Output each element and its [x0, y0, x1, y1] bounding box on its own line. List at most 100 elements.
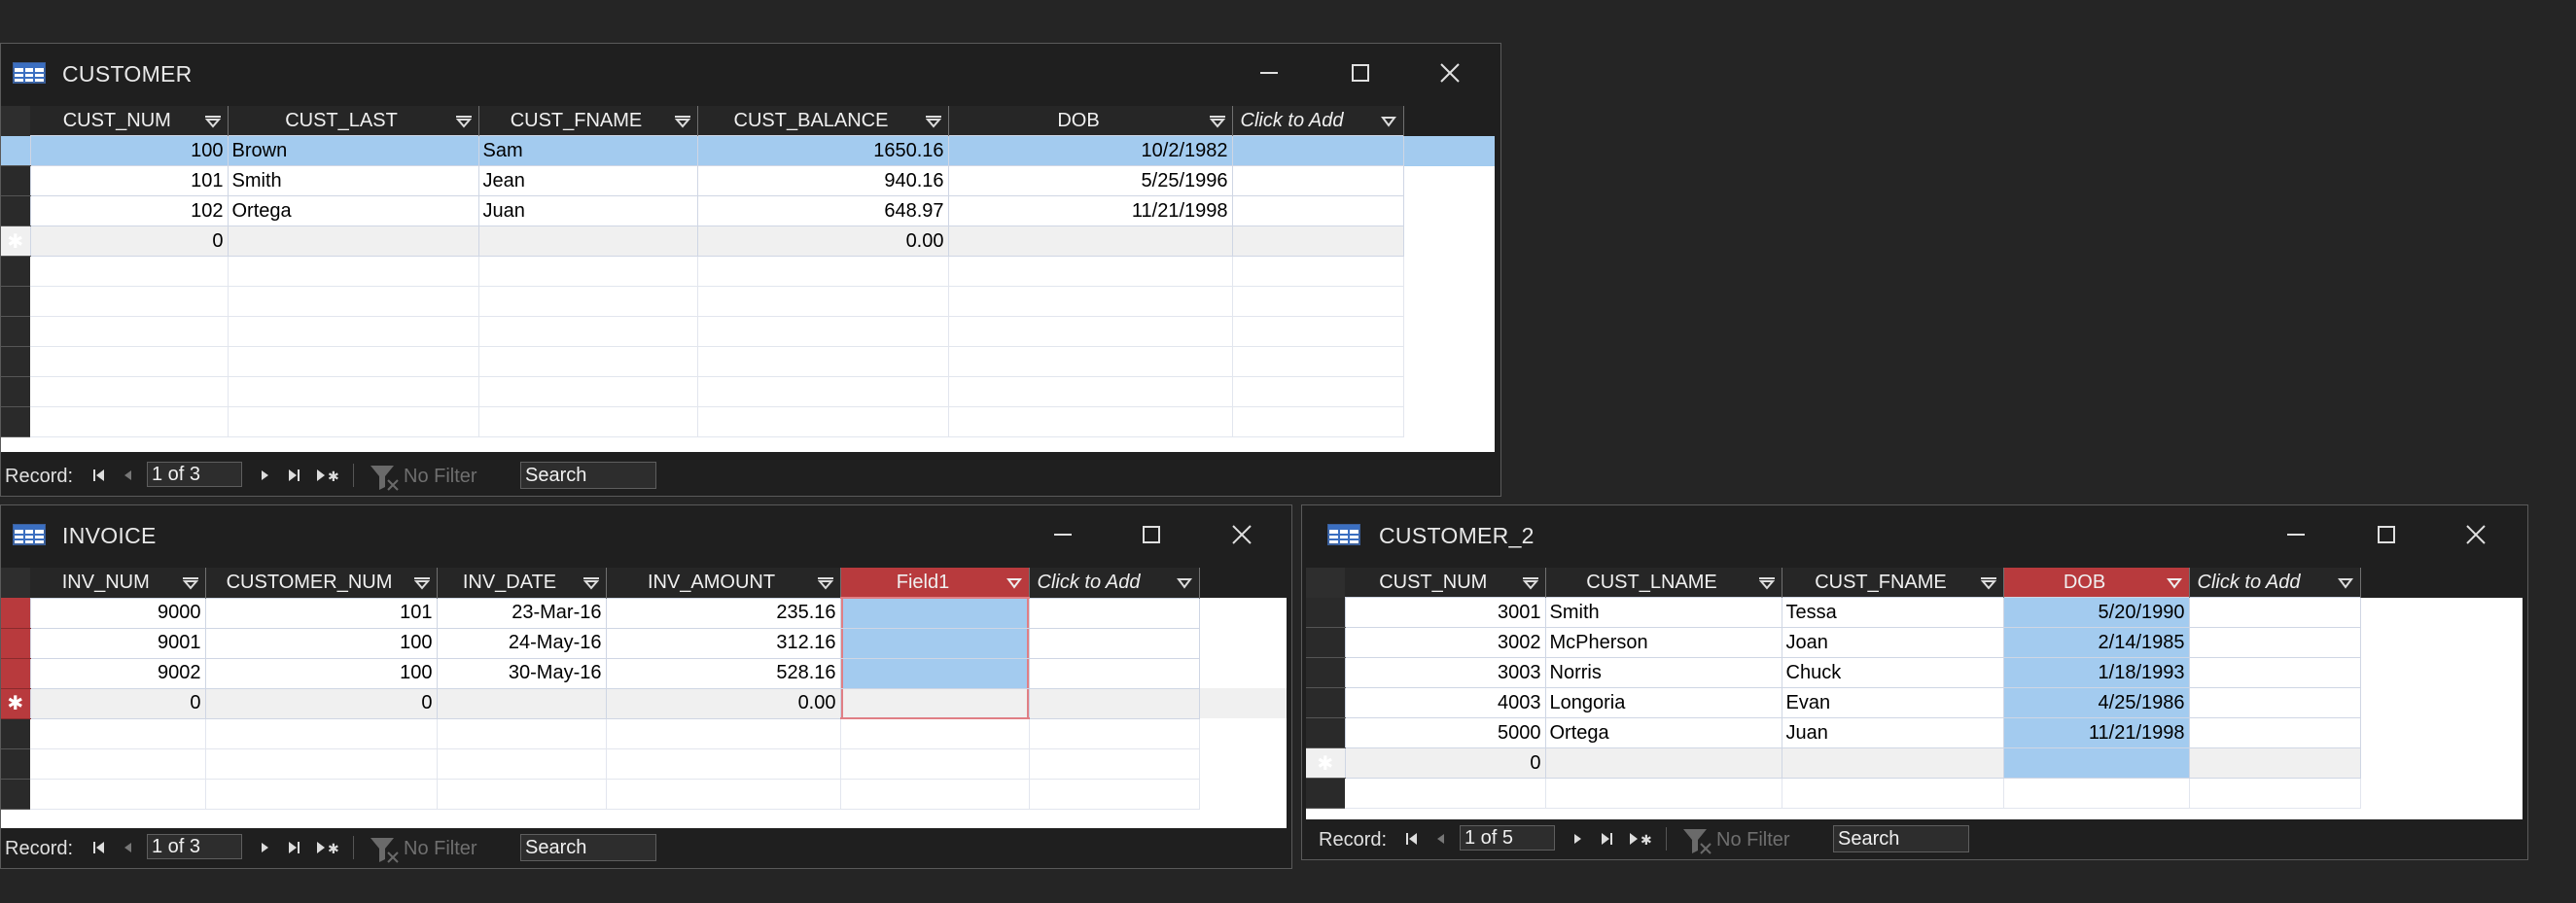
sort-dropdown-icon[interactable] — [455, 115, 473, 128]
cell[interactable]: 9000 — [29, 597, 206, 629]
column-header[interactable]: CUST_NUM — [1345, 568, 1546, 598]
sort-dropdown-icon[interactable] — [674, 115, 691, 128]
new-record-icon[interactable]: ✱ — [314, 839, 341, 856]
record-selector[interactable] — [1306, 627, 1345, 658]
sort-dropdown-icon[interactable] — [1758, 576, 1776, 590]
table-row[interactable]: 9000 101 23-Mar-16 235.16 — [1, 597, 1287, 629]
cell[interactable]: 9002 — [29, 657, 206, 689]
column-header[interactable]: CUST_NUM — [30, 106, 229, 136]
selected-cell[interactable] — [839, 627, 1030, 659]
cell[interactable]: Jean — [477, 165, 698, 196]
cell[interactable] — [2188, 687, 2361, 718]
cell[interactable] — [2188, 657, 2361, 688]
cell[interactable]: 11/21/1998 — [947, 195, 1233, 226]
cell[interactable] — [1544, 747, 1782, 779]
next-record-icon[interactable] — [1569, 830, 1586, 848]
cell[interactable]: 5/25/1996 — [947, 165, 1233, 196]
sort-dropdown-icon[interactable] — [582, 576, 600, 590]
table-row[interactable]: 101 Smith Jean 940.16 5/25/1996 — [1, 165, 1495, 196]
cell[interactable] — [1028, 627, 1200, 659]
record-selector[interactable] — [1306, 657, 1345, 688]
column-header[interactable]: DOB — [948, 106, 1233, 136]
customer2-titlebar[interactable]: CUSTOMER_2 — [1302, 505, 2527, 564]
maximize-button[interactable] — [2367, 517, 2406, 552]
cell[interactable]: Smith — [1544, 597, 1782, 628]
last-record-icon[interactable] — [285, 839, 302, 856]
cell[interactable] — [1231, 226, 1404, 257]
maximize-button[interactable] — [1132, 517, 1171, 552]
last-record-icon[interactable] — [1598, 830, 1615, 848]
sort-dropdown-icon[interactable] — [925, 115, 942, 128]
record-selector[interactable] — [1306, 597, 1345, 628]
column-header[interactable]: CUST_FNAME — [1782, 568, 2004, 598]
cell[interactable]: 235.16 — [605, 597, 841, 629]
cell[interactable]: Longoria — [1544, 687, 1782, 718]
maximize-button[interactable] — [1341, 55, 1380, 90]
cell[interactable]: 3003 — [1344, 657, 1546, 688]
column-header[interactable]: CUST_LAST — [228, 106, 479, 136]
current-record-field[interactable]: 1 of 3 — [147, 462, 242, 487]
click-to-add-header[interactable]: Click to Add — [1232, 106, 1404, 136]
table-row[interactable]: 3002 McPherson Joan 2/14/1985 — [1306, 627, 2523, 658]
cell[interactable]: Evan — [1781, 687, 2004, 718]
table-row[interactable]: 102 Ortega Juan 648.97 11/21/1998 — [1, 195, 1495, 226]
sort-dropdown-icon[interactable] — [817, 576, 834, 590]
cell[interactable]: 5000 — [1344, 717, 1546, 748]
column-header[interactable]: CUST_LNAME — [1545, 568, 1782, 598]
record-selector[interactable] — [1, 628, 30, 659]
cell[interactable]: 24-May-16 — [436, 627, 607, 659]
cell[interactable]: 528.16 — [605, 657, 841, 689]
record-selector[interactable] — [1, 165, 30, 196]
next-record-icon[interactable] — [256, 467, 273, 484]
cell[interactable]: 940.16 — [696, 165, 949, 196]
column-header[interactable]: CUST_BALANCE — [697, 106, 949, 136]
select-all-corner[interactable] — [1, 568, 30, 598]
selected-cell[interactable] — [839, 687, 1030, 719]
new-record-icon[interactable]: ✱ — [314, 467, 341, 484]
click-to-add-header[interactable]: Click to Add — [2189, 568, 2361, 598]
search-input[interactable]: Search — [1833, 825, 1969, 852]
cell[interactable]: Juan — [1781, 717, 2004, 748]
new-record-selector[interactable]: ✱ — [1, 688, 30, 719]
cell[interactable]: Tessa — [1781, 597, 2004, 628]
selected-cell[interactable] — [839, 657, 1030, 689]
cell[interactable]: 1650.16 — [696, 135, 949, 166]
cell[interactable]: 312.16 — [605, 627, 841, 659]
cell[interactable]: Brown — [227, 135, 479, 166]
selected-column-header[interactable]: Field1 — [840, 568, 1030, 598]
first-record-icon[interactable] — [1403, 830, 1421, 848]
cell[interactable]: 648.97 — [696, 195, 949, 226]
cell[interactable]: 101 — [29, 165, 229, 196]
cell[interactable]: 100 — [204, 657, 438, 689]
selected-column-header[interactable]: DOB — [2003, 568, 2190, 598]
cell[interactable] — [477, 226, 698, 257]
close-button[interactable] — [1222, 517, 1261, 552]
selected-cell[interactable]: 11/21/1998 — [2002, 717, 2190, 748]
dropdown-icon[interactable] — [1380, 115, 1397, 128]
select-all-corner[interactable] — [1, 106, 30, 136]
new-record-row[interactable]: ✱ 0 — [1306, 747, 2523, 779]
column-header[interactable]: INV_AMOUNT — [606, 568, 841, 598]
record-selector[interactable] — [1, 658, 30, 689]
sort-dropdown-icon[interactable] — [182, 576, 199, 590]
cell[interactable]: Juan — [477, 195, 698, 226]
cell[interactable]: 3002 — [1344, 627, 1546, 658]
selected-cell[interactable] — [839, 597, 1030, 629]
first-record-icon[interactable] — [90, 839, 108, 856]
cell[interactable]: 10/2/1982 — [947, 135, 1233, 166]
cell[interactable] — [1231, 135, 1404, 166]
table-row[interactable]: 9001 100 24-May-16 312.16 — [1, 627, 1287, 659]
close-button[interactable] — [1430, 55, 1469, 90]
selected-cell[interactable]: 2/14/1985 — [2002, 627, 2190, 658]
cell[interactable] — [2188, 747, 2361, 779]
current-record-field[interactable]: 1 of 3 — [147, 834, 242, 859]
table-row[interactable]: 3003 Norris Chuck 1/18/1993 — [1306, 657, 2523, 688]
column-header[interactable]: INV_NUM — [30, 568, 206, 598]
cell[interactable]: 100 — [204, 627, 438, 659]
record-selector[interactable] — [1, 135, 30, 166]
previous-record-icon[interactable] — [120, 467, 137, 484]
minimize-button[interactable] — [1250, 55, 1288, 90]
search-input[interactable]: Search — [520, 462, 656, 489]
table-row[interactable]: 3001 Smith Tessa 5/20/1990 — [1306, 597, 2523, 628]
new-record-selector[interactable]: ✱ — [1, 226, 30, 257]
